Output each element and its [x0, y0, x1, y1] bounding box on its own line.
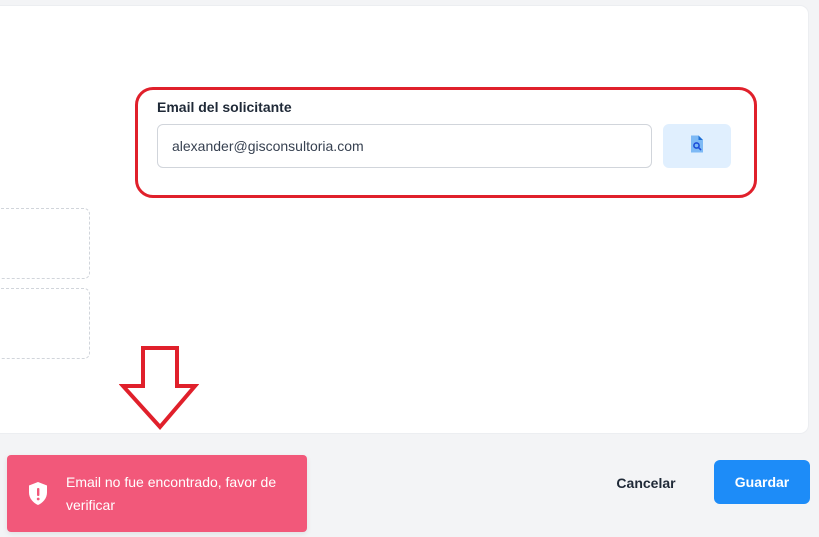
document-search-icon: [688, 134, 706, 159]
toast-message: Email no fue encontrado, favor de verifi…: [66, 474, 277, 513]
annotation-arrow-icon: [118, 346, 200, 436]
error-toast: Email no fue encontrado, favor de verifi…: [7, 455, 307, 532]
cancel-button[interactable]: Cancelar: [600, 468, 692, 498]
email-field[interactable]: [157, 124, 652, 168]
upload-dropzone[interactable]: [0, 208, 90, 279]
search-email-button[interactable]: [663, 124, 731, 168]
email-field-label: Email del solicitante: [157, 99, 292, 115]
upload-dropzone[interactable]: [0, 288, 90, 359]
shield-alert-icon: [27, 481, 49, 511]
save-button[interactable]: Guardar: [714, 460, 810, 504]
